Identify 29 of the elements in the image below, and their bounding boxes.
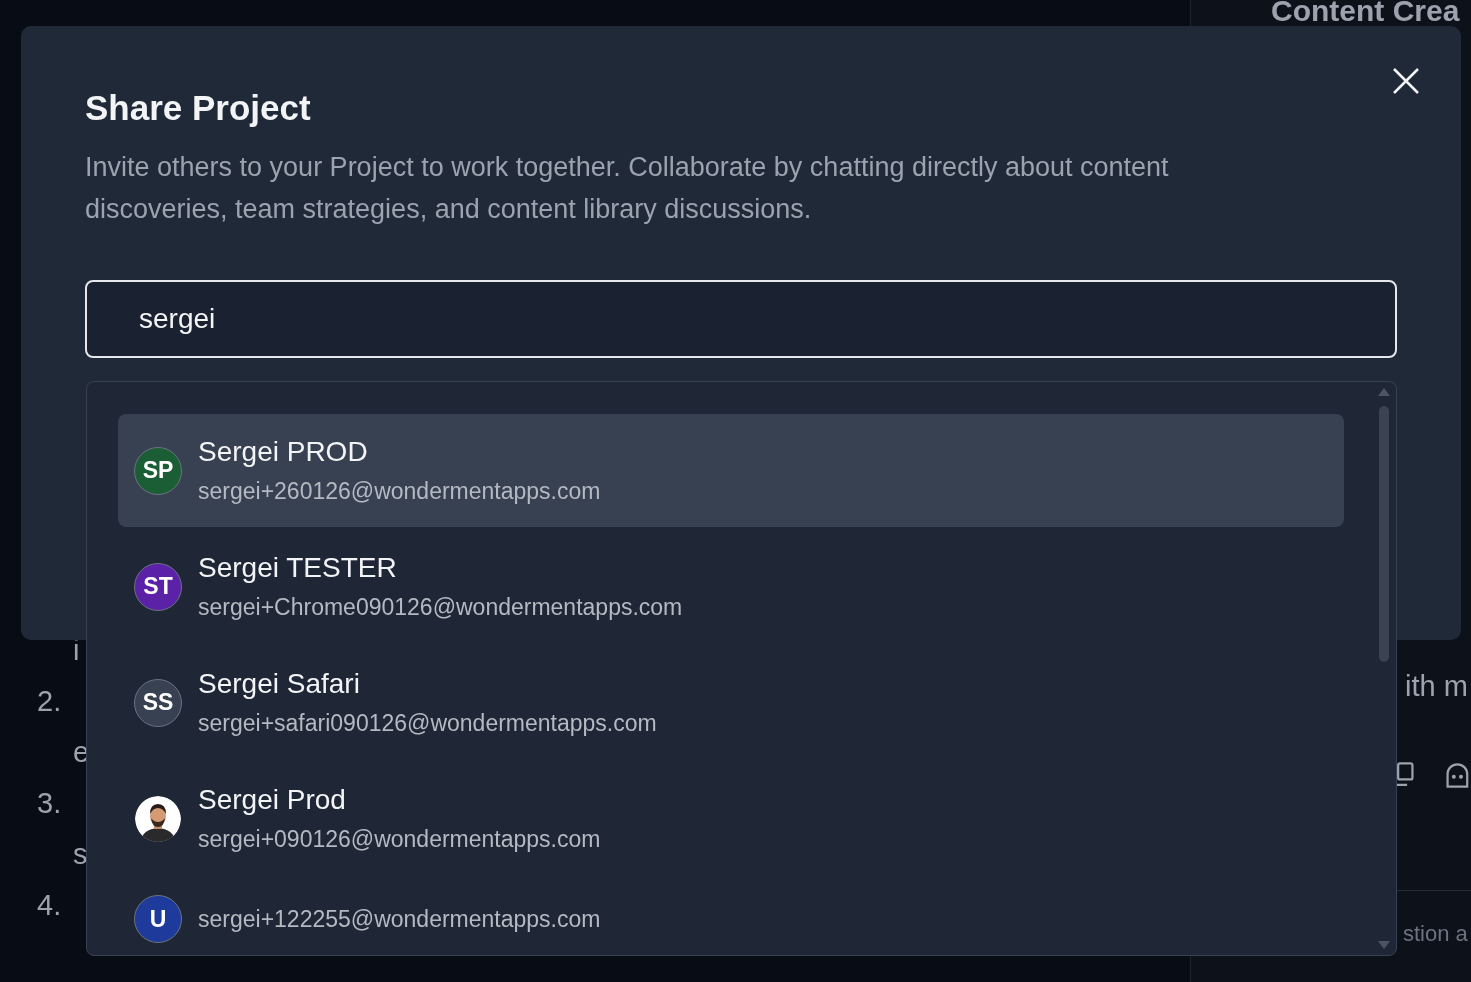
search-field[interactable]: sergei [85, 280, 1397, 358]
dialog-description: Invite others to your Project to work together. Collaborate by chatting directly about content discoveries, team strategies, and content library discussions. [85, 151, 1170, 226]
user-name: Sergei PROD [198, 436, 369, 468]
user-name: Sergei Prod [198, 784, 347, 816]
user-name: Sergei Safari [198, 668, 361, 700]
avatar: ST [134, 562, 182, 611]
background-text: s [73, 838, 88, 871]
list-number: 3. [37, 787, 63, 820]
user-option[interactable]: SS Sergei Safari sergei+safari090126@wondermentapps.com [118, 646, 1344, 759]
chat-bot-icon[interactable] [1444, 760, 1471, 790]
list-number: 4. [37, 889, 63, 922]
dialog-title: Share Project [85, 88, 312, 128]
list-number: 2. [37, 685, 63, 718]
user-option[interactable]: ST Sergei TESTER sergei+Chrome090126@wondermentapps.com [118, 530, 1344, 643]
avatar: SS [134, 678, 182, 727]
close-icon[interactable] [1391, 66, 1421, 96]
user-email: sergei+090126@wondermentapps.com [198, 826, 601, 853]
user-email: sergei+122255@wondermentapps.com [198, 905, 601, 933]
user-email: sergei+260126@wondermentapps.com [198, 478, 601, 505]
user-email: sergei+Chrome090126@wondermentapps.com [198, 594, 683, 621]
user-name: Sergei TESTER [198, 552, 398, 584]
user-option[interactable]: Sergei Prod sergei+090126@wondermentapps.com [118, 762, 1344, 875]
background-text: ith m [1405, 669, 1469, 704]
user-email: sergei+safari090126@wondermentapps.com [198, 710, 657, 737]
panel-title: Content Crea [1270, 0, 1461, 28]
user-option[interactable]: SP Sergei PROD sergei+260126@wondermentapps.com [118, 414, 1344, 527]
avatar: SP [134, 446, 182, 495]
user-option[interactable]: U sergei+122255@wondermentapps.com [118, 878, 1344, 955]
avatar: U [134, 895, 182, 943]
